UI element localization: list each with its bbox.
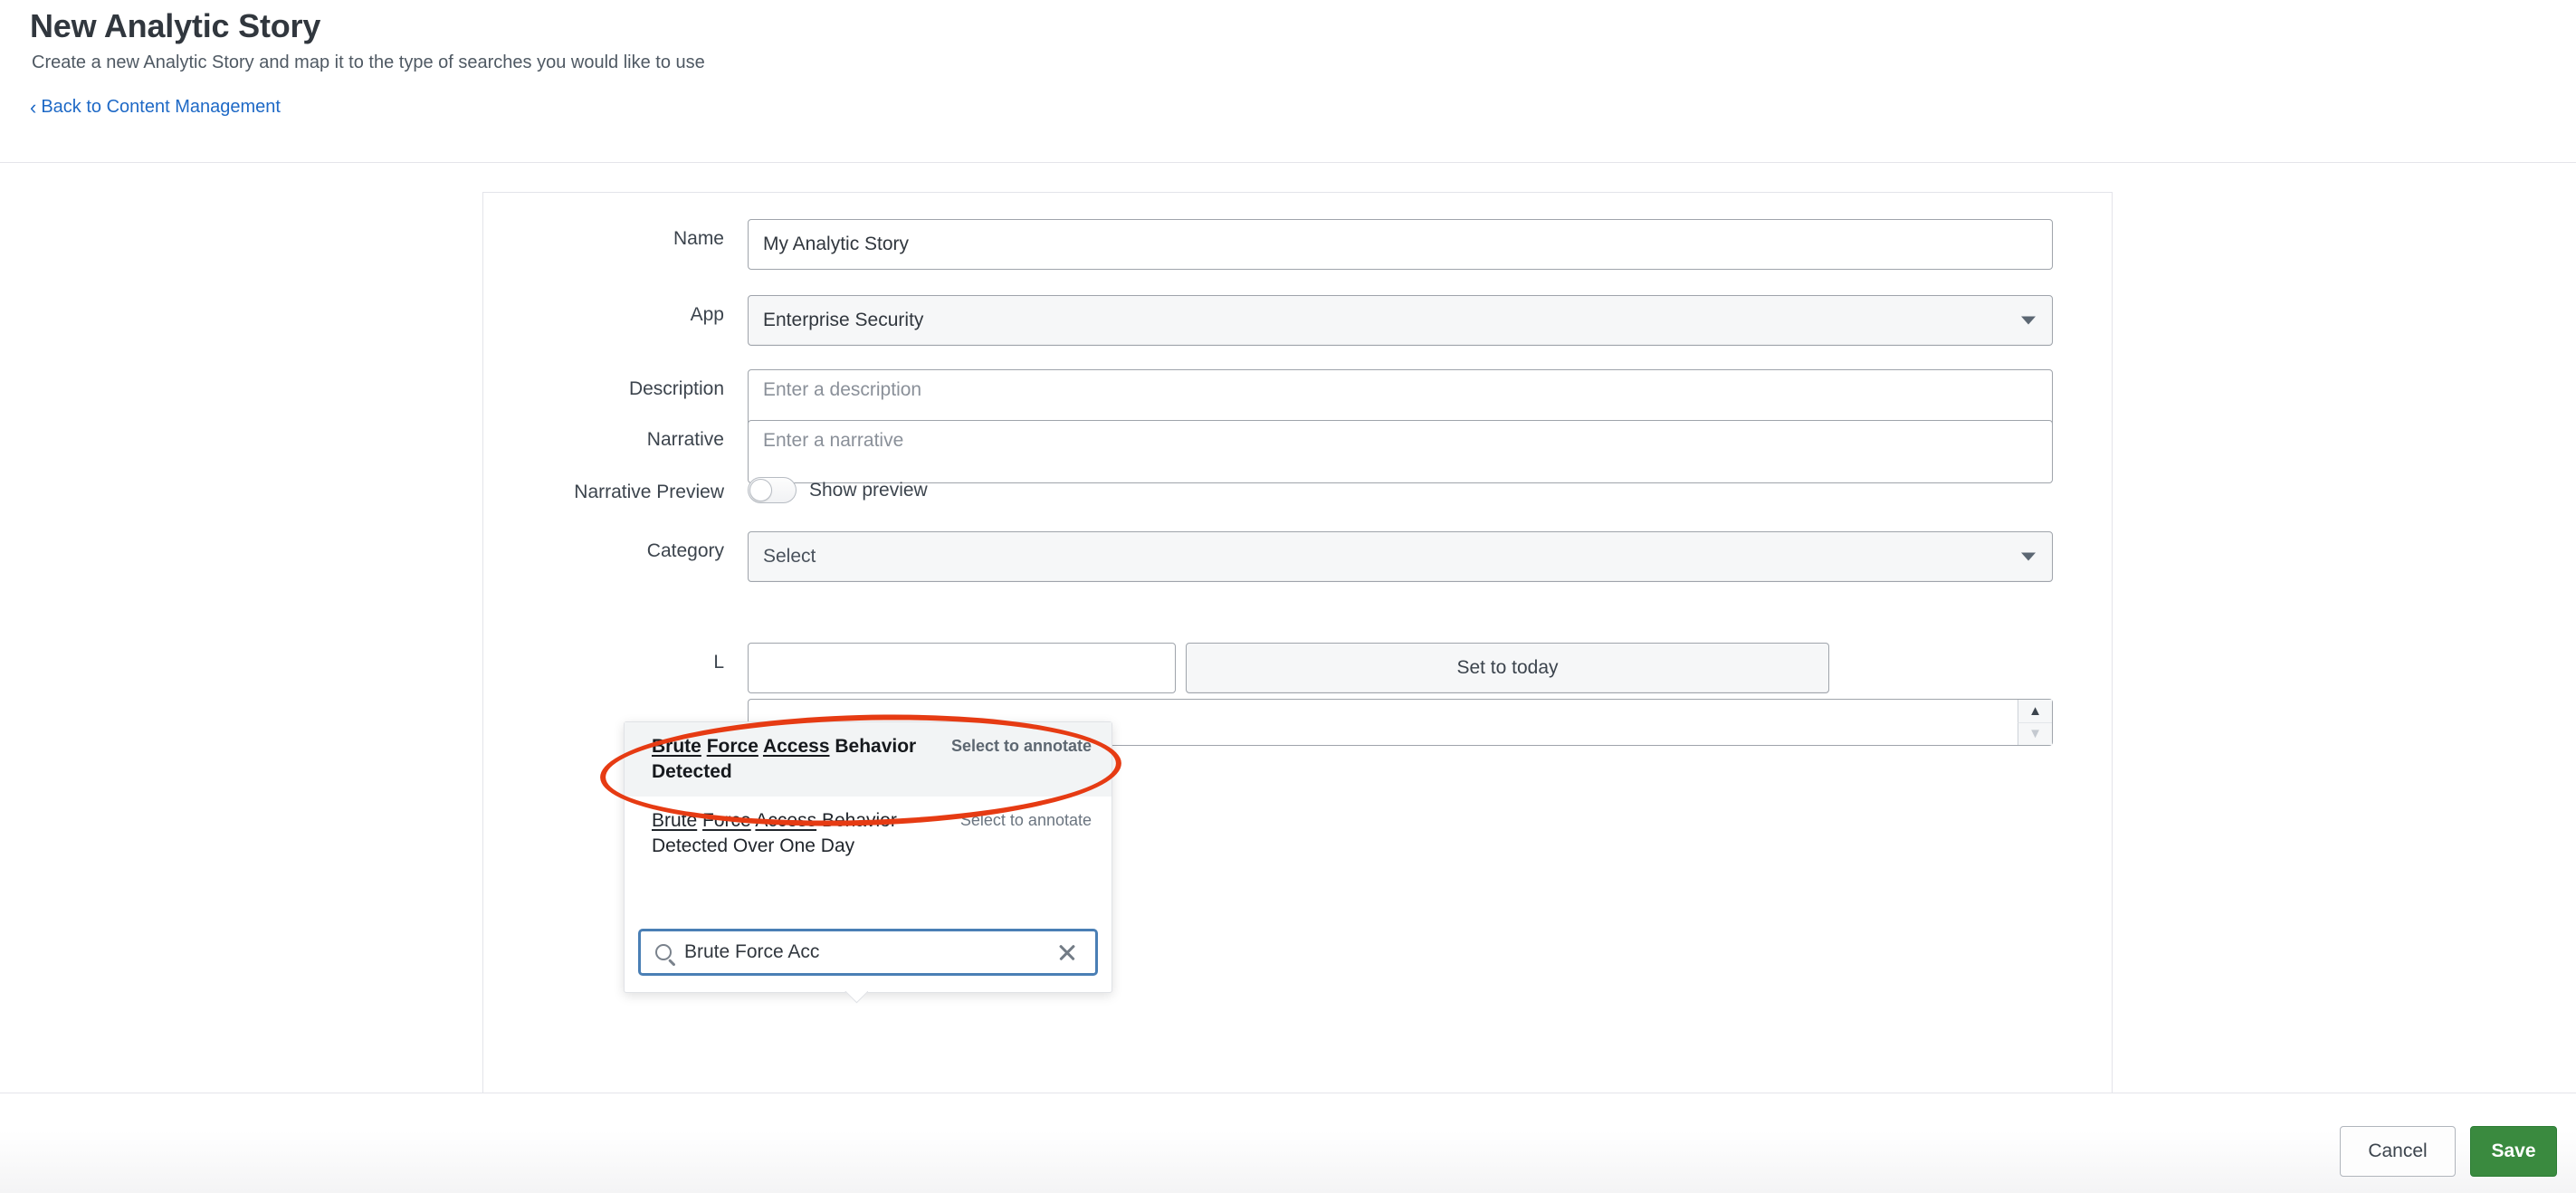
category-select[interactable]: Select — [748, 531, 2053, 582]
app-label: App — [483, 295, 748, 328]
dropdown-item-0-hint: Select to annotate — [951, 734, 1092, 756]
narrative-textarea[interactable] — [748, 420, 2053, 483]
form-row-narrative-preview: Narrative Preview Show preview — [483, 472, 928, 505]
show-preview-label: Show preview — [809, 480, 928, 501]
category-select-value: Select — [763, 546, 816, 568]
narrative-label: Narrative — [483, 420, 748, 453]
dropdown-search-wrap — [625, 929, 1111, 976]
narrative-control — [748, 420, 2053, 488]
chevron-down-icon — [2021, 553, 2036, 561]
match-word: Brute — [652, 810, 697, 831]
add-search-dropdown-panel: Brute Force Access Behavior Detected Sel… — [624, 721, 1112, 993]
number-label — [483, 699, 748, 706]
stepper-down-icon[interactable]: ▼ — [2018, 722, 2052, 746]
dropdown-search-box[interactable] — [638, 929, 1098, 976]
show-preview-toggle[interactable] — [748, 477, 797, 503]
app-control: Enterprise Security — [748, 295, 2053, 346]
date-control: Set to today — [748, 643, 1829, 693]
chevron-down-icon — [2021, 317, 2036, 325]
date-input[interactable] — [748, 643, 1176, 693]
form-row-name: Name — [483, 219, 2053, 270]
dropdown-item-1-title: Brute Force Access Behavior Detected Ove… — [652, 808, 941, 859]
match-word: Access — [763, 736, 830, 757]
header-divider — [0, 162, 2576, 163]
category-control: Select — [748, 531, 2053, 582]
dropdown-item-1-hint: Select to annotate — [960, 808, 1092, 830]
page-root: New Analytic Story Create a new Analytic… — [0, 0, 2576, 1193]
page-title: New Analytic Story — [30, 7, 320, 45]
dropdown-pointer — [844, 991, 868, 1004]
page-header: New Analytic Story Create a new Analytic… — [0, 0, 2576, 162]
cancel-button[interactable]: Cancel — [2340, 1126, 2456, 1177]
clear-icon[interactable] — [1055, 940, 1079, 964]
category-label: Category — [483, 531, 748, 564]
description-label: Description — [483, 369, 748, 402]
match-word: Brute — [652, 736, 701, 757]
stepper-buttons: ▲ ▼ — [2018, 700, 2052, 745]
stepper-up-icon[interactable]: ▲ — [2018, 700, 2052, 722]
name-label: Name — [483, 219, 748, 252]
app-select-value: Enterprise Security — [763, 310, 923, 331]
match-word: Force — [707, 736, 758, 757]
match-word: Access — [755, 810, 816, 831]
form-row-category: Category Select — [483, 531, 2053, 582]
dropdown-item-1-line3: Over One Day — [733, 835, 854, 856]
dropdown-item-0-title: Brute Force Access Behavior Detected — [652, 734, 940, 785]
back-to-content-management-link[interactable]: ‹ Back to Content Management — [30, 97, 281, 118]
save-button[interactable]: Save — [2470, 1126, 2557, 1177]
chevron-left-icon: ‹ — [30, 98, 36, 118]
match-word: Force — [702, 810, 751, 831]
toggle-knob — [749, 479, 772, 501]
set-to-today-button[interactable]: Set to today — [1186, 643, 1829, 693]
dropdown-item-0[interactable]: Brute Force Access Behavior Detected Sel… — [625, 722, 1111, 797]
footer-bar — [0, 1093, 2576, 1193]
dropdown-item-1[interactable]: Brute Force Access Behavior Detected Ove… — [625, 797, 1111, 871]
name-input[interactable] — [748, 219, 2053, 270]
date-label: L — [483, 643, 748, 675]
form-row-date: L Set to today — [483, 643, 1829, 693]
search-icon — [655, 944, 672, 960]
narrative-preview-label: Narrative Preview — [483, 472, 748, 505]
narrative-preview-control: Show preview — [748, 472, 928, 503]
name-control — [748, 219, 2053, 270]
back-link-label: Back to Content Management — [41, 97, 281, 118]
page-subtitle: Create a new Analytic Story and map it t… — [32, 52, 705, 73]
app-select[interactable]: Enterprise Security — [748, 295, 2053, 346]
dropdown-search-input[interactable] — [682, 940, 1055, 964]
form-row-app: App Enterprise Security — [483, 295, 2053, 346]
